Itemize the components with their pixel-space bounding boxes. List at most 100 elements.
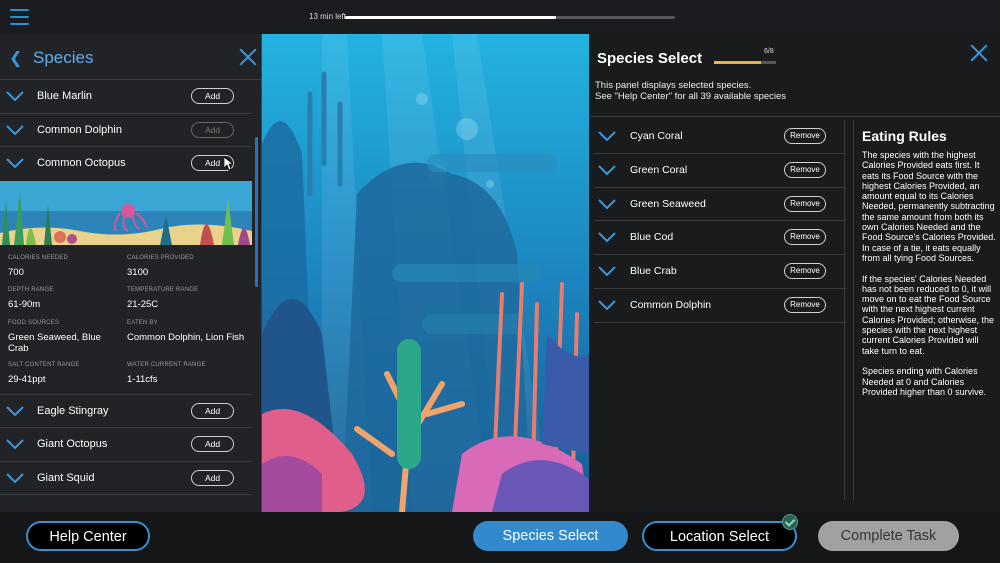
selected-row-blue-crab[interactable]: Blue Crab Remove: [594, 255, 846, 289]
species-row-eagle-stingray[interactable]: Eagle Stingray Add: [0, 395, 252, 428]
add-button[interactable]: Add: [191, 436, 234, 452]
time-left-label: 13 min left: [309, 12, 346, 21]
selected-row-green-seaweed[interactable]: Green Seaweed Remove: [594, 188, 846, 222]
food-sources-label: FOOD SOURCES: [8, 319, 60, 326]
help-center-button[interactable]: Help Center: [26, 521, 150, 551]
chevron-down-icon[interactable]: [598, 165, 616, 175]
remove-button[interactable]: Remove: [784, 263, 826, 280]
species-select-panel: Species Select 6/8 This panel displays s…: [589, 34, 1000, 512]
calories-needed-label: CALORIES NEEDED: [8, 254, 69, 261]
selected-row-blue-cod[interactable]: Blue Cod Remove: [594, 221, 846, 256]
salt-content-label: SALT CONTENT RANGE: [8, 361, 80, 368]
divider: [589, 116, 1000, 117]
depth-range-value: 61-90m: [8, 298, 41, 310]
selection-progress-bar: [714, 61, 776, 64]
mouse-cursor-icon: [224, 157, 233, 171]
ocean-scene-illustration: [262, 34, 589, 512]
species-row-common-octopus[interactable]: Common Octopus Add: [0, 147, 252, 181]
chevron-down-icon[interactable]: [6, 91, 24, 101]
list-divider: [844, 120, 845, 500]
close-icon[interactable]: [969, 43, 989, 63]
selected-row-common-dolphin[interactable]: Common Dolphin Remove: [594, 289, 846, 323]
selected-species-name: Cyan Coral: [630, 130, 683, 142]
close-icon[interactable]: [238, 47, 258, 67]
chevron-down-icon[interactable]: [6, 124, 24, 135]
water-current-label: WATER CURRENT RANGE: [127, 361, 206, 368]
species-name: Giant Squid: [37, 471, 95, 484]
species-row-blue-marlin[interactable]: Blue Marlin Add: [0, 80, 252, 114]
chevron-down-icon[interactable]: [598, 266, 616, 277]
selected-row-green-coral[interactable]: Green Coral Remove: [594, 154, 846, 188]
calories-provided-value: 3100: [127, 266, 149, 278]
menu-icon[interactable]: [10, 9, 29, 25]
selection-description-line1: This panel displays selected species.: [595, 80, 752, 91]
chevron-down-icon[interactable]: [598, 232, 616, 243]
octopus-habitat-image: [0, 180, 252, 245]
species-select-title: Species Select: [597, 50, 703, 67]
selection-count: 6/8: [764, 48, 774, 55]
chevron-down-icon[interactable]: [598, 198, 616, 209]
remove-button[interactable]: Remove: [784, 161, 826, 178]
species-scrollbar[interactable]: [255, 137, 258, 287]
species-detail: CALORIES NEEDED 700 CALORIES PROVIDED 31…: [0, 180, 252, 395]
species-select-button[interactable]: Species Select: [473, 521, 628, 551]
location-select-button[interactable]: Location Select: [642, 521, 797, 551]
eaten-by-value: Common Dolphin, Lion Fish: [127, 331, 245, 343]
timer-progress-fill: [345, 16, 557, 19]
complete-task-button[interactable]: Complete Task: [818, 521, 959, 551]
species-name: Common Octopus: [37, 157, 126, 169]
chevron-down-icon[interactable]: [6, 405, 24, 416]
eating-rules-title: Eating Rules: [862, 128, 947, 144]
selected-species-name: Blue Cod: [630, 231, 674, 244]
selected-species-list: Cyan Coral Remove Green Coral Remove Gre…: [594, 120, 846, 323]
species-panel: ❮ Species Blue Marlin Add Common Dolphin…: [0, 34, 262, 512]
calories-needed-value: 700: [8, 266, 24, 278]
selection-description-line2: See "Help Center" for all 39 available s…: [595, 91, 787, 102]
water-current-value: 1-11cfs: [127, 373, 158, 385]
selected-row-cyan-coral[interactable]: Cyan Coral Remove: [594, 120, 846, 154]
add-button-disabled: Add: [191, 121, 234, 138]
add-button[interactable]: Add: [191, 469, 234, 486]
species-row-common-dolphin[interactable]: Common Dolphin Add: [0, 114, 252, 147]
species-name: Blue Marlin: [37, 90, 93, 102]
chevron-down-icon[interactable]: [6, 439, 24, 449]
selection-progress-fill: [714, 61, 761, 64]
temperature-range-label: TEMPERATURE RANGE: [127, 286, 199, 293]
depth-range-label: DEPTH RANGE: [8, 286, 54, 293]
chevron-down-icon[interactable]: [598, 300, 616, 310]
remove-button[interactable]: Remove: [784, 296, 826, 313]
add-button[interactable]: Add: [191, 88, 234, 104]
species-row-giant-octopus[interactable]: Giant Octopus Add: [0, 428, 252, 462]
remove-button[interactable]: Remove: [784, 128, 826, 144]
selected-species-name: Blue Crab: [630, 265, 677, 278]
back-icon[interactable]: ❮: [9, 48, 22, 68]
selected-species-name: Common Dolphin: [630, 298, 712, 311]
eating-rules-text: The species with the highest Calories Pr…: [862, 150, 996, 397]
chevron-down-icon[interactable]: [6, 158, 24, 168]
species-name: Eagle Stingray: [37, 404, 109, 417]
species-row-giant-squid[interactable]: Giant Squid Add: [0, 462, 252, 495]
species-panel-header: ❮ Species: [0, 34, 261, 80]
selected-species-name: Green Seaweed: [630, 197, 706, 210]
timer-progress-bar: [345, 16, 675, 19]
remove-button[interactable]: Remove: [784, 229, 826, 246]
top-bar: 13 min left: [0, 0, 1000, 34]
eaten-by-label: EATEN BY: [127, 319, 158, 326]
species-stats: CALORIES NEEDED 700 CALORIES PROVIDED 31…: [0, 245, 252, 394]
species-name: Common Dolphin: [37, 123, 122, 136]
species-panel-title: Species: [33, 48, 94, 67]
selected-species-name: Green Coral: [630, 163, 688, 176]
species-name: Giant Octopus: [37, 438, 108, 450]
salt-content-value: 29-41ppt: [8, 373, 46, 385]
checkmark-icon: [782, 514, 798, 530]
chevron-down-icon[interactable]: [6, 472, 24, 483]
remove-button[interactable]: Remove: [784, 195, 826, 212]
chevron-down-icon[interactable]: [598, 131, 616, 141]
food-sources-value: Green Seaweed, Blue Crab: [8, 331, 101, 354]
temperature-range-value: 21-25C: [127, 298, 159, 310]
calories-provided-label: CALORIES PROVIDED: [127, 254, 194, 261]
add-button[interactable]: Add: [191, 402, 234, 419]
selection-description: This panel displays selected species. Se…: [595, 80, 786, 102]
bottom-bar: Help Center Species Select Location Sele…: [0, 512, 1000, 563]
eating-rules-box: Eating Rules The species with the highes…: [853, 120, 998, 500]
